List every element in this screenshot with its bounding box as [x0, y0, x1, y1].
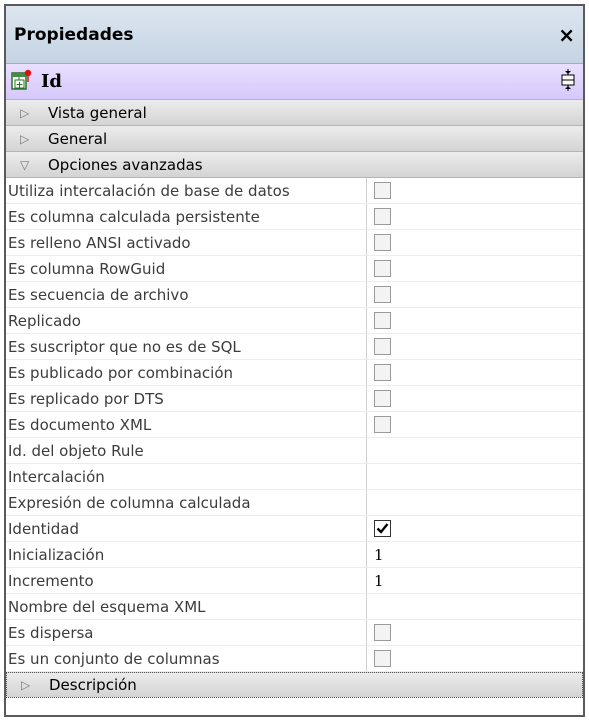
collapsed-triangle-icon: ▷ — [20, 105, 30, 120]
checkbox[interactable] — [374, 338, 391, 355]
property-row[interactable]: Es secuencia de archivo — [6, 282, 583, 308]
property-value[interactable]: 1 — [367, 542, 583, 567]
property-grid: Utiliza intercalación de base de datos Es… — [6, 178, 583, 672]
property-value[interactable] — [367, 178, 583, 203]
property-label: Inicialización — [6, 542, 367, 567]
property-row[interactable]: Es dispersa — [6, 620, 583, 646]
property-row[interactable]: Id. del objeto Rule — [6, 438, 583, 464]
property-value-text: 1 — [374, 571, 384, 590]
collapsed-triangle-icon: ▷ — [21, 678, 31, 692]
property-value[interactable] — [367, 412, 583, 437]
property-value[interactable] — [367, 334, 583, 359]
property-label: Utiliza intercalación de base de datos — [6, 178, 367, 203]
property-value[interactable] — [367, 204, 583, 229]
property-value[interactable] — [367, 490, 583, 515]
checkbox[interactable] — [374, 286, 391, 303]
close-icon[interactable]: × — [558, 25, 575, 45]
property-row[interactable]: Es un conjunto de columnas — [6, 646, 583, 672]
section-descripcion[interactable]: ▷ Descripción — [6, 672, 583, 698]
property-label: Es replicado por DTS — [6, 386, 367, 411]
property-label: Incremento — [6, 568, 367, 593]
checkbox[interactable] — [374, 650, 391, 667]
properties-panel: Propiedades × + Id ▷ Vista general ▷ Gen… — [4, 4, 585, 717]
collapsed-triangle-icon: ▷ — [20, 131, 30, 146]
property-value[interactable] — [367, 256, 583, 281]
property-row[interactable]: Replicado — [6, 308, 583, 334]
column-key-icon: + — [11, 69, 33, 95]
property-value[interactable] — [367, 464, 583, 489]
property-label: Es suscriptor que no es de SQL — [6, 334, 367, 359]
property-label: Es un conjunto de columnas — [6, 646, 367, 671]
property-label: Identidad — [6, 516, 367, 541]
property-label: Es publicado por combinación — [6, 360, 367, 385]
property-label: Id. del objeto Rule — [6, 438, 367, 463]
property-row[interactable]: Identidad — [6, 516, 583, 542]
property-row[interactable]: Es columna RowGuid — [6, 256, 583, 282]
property-value[interactable] — [367, 594, 583, 619]
section-label: Descripción — [49, 676, 137, 694]
property-row[interactable]: Utiliza intercalación de base de datos — [6, 178, 583, 204]
property-value[interactable] — [367, 646, 583, 671]
section-label: Opciones avanzadas — [48, 155, 203, 174]
checkbox[interactable] — [374, 234, 391, 251]
expanded-triangle-icon: ▽ — [20, 157, 30, 172]
property-row[interactable]: Es relleno ANSI activado — [6, 230, 583, 256]
property-value[interactable] — [367, 230, 583, 255]
checkbox[interactable] — [374, 260, 391, 277]
property-label: Es columna RowGuid — [6, 256, 367, 281]
checkbox[interactable] — [374, 416, 391, 433]
property-value[interactable] — [367, 438, 583, 463]
property-row[interactable]: Intercalación — [6, 464, 583, 490]
property-value[interactable]: 1 — [367, 568, 583, 593]
property-label: Intercalación — [6, 464, 367, 489]
checkbox[interactable] — [374, 624, 391, 641]
property-row[interactable]: Expresión de columna calculada — [6, 490, 583, 516]
checkbox-checked[interactable] — [374, 520, 391, 537]
property-row[interactable]: Es replicado por DTS — [6, 386, 583, 412]
checkbox[interactable] — [374, 312, 391, 329]
property-row[interactable]: Nombre del esquema XML — [6, 594, 583, 620]
checkbox[interactable] — [374, 390, 391, 407]
property-label: Es dispersa — [6, 620, 367, 645]
property-row[interactable]: Es suscriptor que no es de SQL — [6, 334, 583, 360]
svg-text:+: + — [16, 80, 24, 90]
property-row[interactable]: Es documento XML — [6, 412, 583, 438]
checkbox[interactable] — [374, 364, 391, 381]
property-label: Es columna calculada persistente — [6, 204, 367, 229]
property-value[interactable] — [367, 516, 583, 541]
section-vista-general[interactable]: ▷ Vista general — [6, 100, 583, 126]
property-value[interactable] — [367, 360, 583, 385]
property-row[interactable]: Es publicado por combinación — [6, 360, 583, 386]
property-value[interactable] — [367, 282, 583, 307]
property-label: Nombre del esquema XML — [6, 594, 367, 619]
panel-title-bar: Propiedades × — [6, 6, 583, 64]
property-label: Es secuencia de archivo — [6, 282, 367, 307]
property-value[interactable] — [367, 386, 583, 411]
property-label: Es relleno ANSI activado — [6, 230, 367, 255]
section-opciones-avanzadas[interactable]: ▽ Opciones avanzadas — [6, 152, 583, 178]
panel-title: Propiedades — [14, 24, 134, 45]
checkbox[interactable] — [374, 182, 391, 199]
checkbox[interactable] — [374, 208, 391, 225]
property-label: Es documento XML — [6, 412, 367, 437]
property-value[interactable] — [367, 308, 583, 333]
section-label: General — [48, 129, 108, 148]
property-label: Expresión de columna calculada — [6, 490, 367, 515]
object-header: + Id — [6, 64, 583, 100]
section-label: Vista general — [48, 103, 147, 122]
pin-icon[interactable] — [559, 68, 577, 96]
property-row[interactable]: Es columna calculada persistente — [6, 204, 583, 230]
property-value[interactable] — [367, 620, 583, 645]
property-label: Replicado — [6, 308, 367, 333]
property-row[interactable]: Inicialización 1 — [6, 542, 583, 568]
object-name: Id — [41, 71, 63, 92]
section-general[interactable]: ▷ General — [6, 126, 583, 152]
property-row[interactable]: Incremento 1 — [6, 568, 583, 594]
property-value-text: 1 — [374, 545, 384, 564]
